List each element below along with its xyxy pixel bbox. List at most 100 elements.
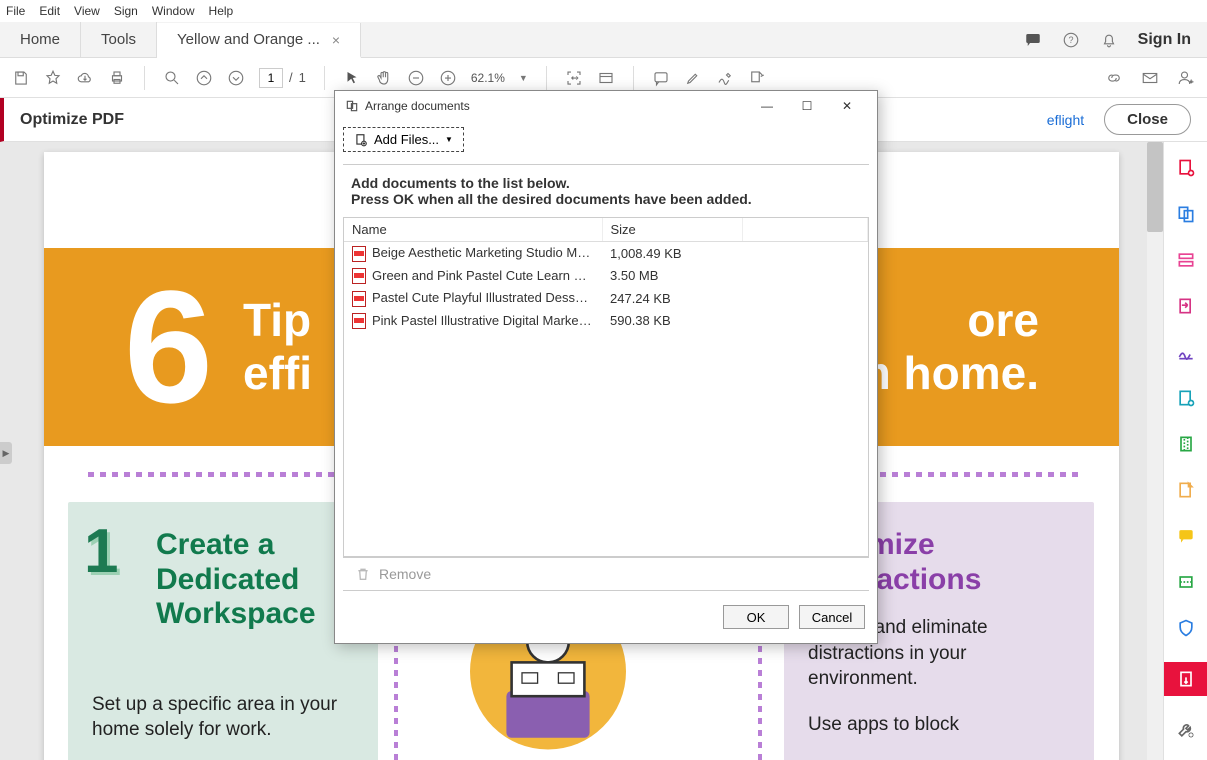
zoom-out-icon[interactable] (407, 69, 425, 87)
minimize-icon[interactable]: — (747, 99, 787, 113)
remove-button: Remove (343, 557, 869, 591)
rail-more-tools-icon[interactable] (1174, 718, 1198, 742)
table-row[interactable]: Pink Pastel Illustrative Digital Marketi… (344, 310, 868, 333)
tab-tools-label: Tools (101, 31, 136, 48)
col-name[interactable]: Name (344, 218, 602, 242)
rail-export-icon[interactable] (1174, 294, 1198, 318)
page-current-input[interactable] (259, 68, 283, 88)
dialog-msg-1: Add documents to the list below. (351, 175, 570, 191)
file-size: 590.38 KB (602, 310, 742, 333)
rail-sign-pane-icon[interactable] (1174, 340, 1198, 364)
menu-file[interactable]: File (6, 4, 25, 18)
cloud-icon[interactable] (76, 69, 94, 87)
doc-card-1: 1 Create a Dedicated Workspace Set up a … (68, 502, 378, 760)
close-tab-icon[interactable]: × (332, 32, 340, 48)
file-size: 1,008.49 KB (602, 242, 742, 265)
annotate-icon[interactable] (652, 69, 670, 87)
zoom-value[interactable]: 62.1% (471, 71, 505, 85)
fit-width-icon[interactable] (565, 69, 583, 87)
share-user-icon[interactable] (1177, 69, 1195, 87)
close-dialog-icon[interactable]: ✕ (827, 99, 867, 113)
tab-tools[interactable]: Tools (81, 22, 157, 57)
rail-compress-icon[interactable] (1174, 432, 1198, 456)
menu-sign[interactable]: Sign (114, 4, 138, 18)
dialog-title-text: Arrange documents (365, 99, 470, 113)
table-row[interactable]: Green and Pink Pastel Cute Learn How to … (344, 265, 868, 288)
page-down-icon[interactable] (227, 69, 245, 87)
rail-redact-icon[interactable] (1174, 478, 1198, 502)
ok-button[interactable]: OK (723, 605, 789, 629)
card3-body-2: Use apps to block (808, 712, 1070, 738)
tab-row: Home Tools Yellow and Orange ... × ? Sig… (0, 22, 1207, 58)
file-name: Pink Pastel Illustrative Digital Marketi… (344, 310, 602, 333)
add-files-label: Add Files... (374, 132, 439, 147)
add-files-icon (354, 133, 368, 147)
card1-heading: Create a Dedicated Workspace (156, 528, 354, 632)
page-up-icon[interactable] (195, 69, 213, 87)
page-total: 1 (299, 70, 306, 85)
dialog-titlebar[interactable]: Arrange documents — ☐ ✕ (335, 91, 877, 121)
highlight-icon[interactable] (684, 69, 702, 87)
menu-edit[interactable]: Edit (39, 4, 60, 18)
trash-icon (355, 566, 371, 582)
rail-scan-icon[interactable] (1174, 570, 1198, 594)
print-icon[interactable] (108, 69, 126, 87)
col-empty (742, 218, 868, 242)
link-icon[interactable] (1105, 69, 1123, 87)
tab-document-label: Yellow and Orange ... (177, 31, 320, 48)
pdf-file-icon (352, 313, 366, 329)
col-size[interactable]: Size (602, 218, 742, 242)
rail-create-pdf-icon[interactable] (1174, 156, 1198, 180)
file-name: Beige Aesthetic Marketing Studio Monthly… (344, 242, 602, 265)
bell-icon[interactable] (1100, 31, 1118, 49)
scrollbar-thumb[interactable] (1147, 142, 1163, 232)
tab-document[interactable]: Yellow and Orange ... × (157, 23, 361, 58)
zoom-in-icon[interactable] (439, 69, 457, 87)
close-bar-button[interactable]: Close (1104, 104, 1191, 135)
menu-window[interactable]: Window (152, 4, 195, 18)
menu-help[interactable]: Help (209, 4, 234, 18)
right-tool-rail (1163, 142, 1207, 760)
rail-optimize-icon[interactable] (1164, 662, 1207, 696)
preflight-button[interactable]: eflight (1047, 112, 1084, 128)
sign-icon[interactable] (716, 69, 734, 87)
rail-protect-icon[interactable] (1174, 616, 1198, 640)
hand-tool-icon[interactable] (375, 69, 393, 87)
menu-view[interactable]: View (74, 4, 100, 18)
add-files-button[interactable]: Add Files... ▼ (343, 127, 464, 152)
help-icon[interactable]: ? (1062, 31, 1080, 49)
sign-in-button[interactable]: Sign In (1138, 31, 1191, 49)
dialog-msg-2: Press OK when all the desired documents … (351, 191, 752, 207)
dialog-message: Add documents to the list below. Press O… (343, 164, 869, 218)
fit-page-icon[interactable] (597, 69, 615, 87)
comment-icon[interactable] (1024, 31, 1042, 49)
stamp-icon[interactable] (748, 69, 766, 87)
star-icon[interactable] (44, 69, 62, 87)
arrange-documents-dialog: Arrange documents — ☐ ✕ Add Files... ▼ A… (334, 90, 878, 644)
select-tool-icon[interactable] (343, 69, 361, 87)
banner-line1b: ore (850, 294, 1039, 347)
banner-line2b: m home. (850, 347, 1039, 400)
rail-organize-pages-icon[interactable] (1174, 386, 1198, 410)
cancel-button[interactable]: Cancel (799, 605, 865, 629)
find-icon[interactable] (163, 69, 181, 87)
remove-label: Remove (379, 566, 431, 582)
svg-text:?: ? (1068, 35, 1073, 45)
mail-icon[interactable] (1141, 69, 1159, 87)
table-row[interactable]: Pastel Cute Playful Illustrated Dessert … (344, 287, 868, 310)
rail-edit-icon[interactable] (1174, 248, 1198, 272)
save-icon[interactable] (12, 69, 30, 87)
table-row[interactable]: Beige Aesthetic Marketing Studio Monthly… (344, 242, 868, 265)
dialog-title-icon (345, 99, 359, 113)
page-indicator: / 1 (259, 68, 306, 88)
banner-line1: Tip (243, 294, 312, 347)
dialog-file-list[interactable]: Name Size Beige Aesthetic Marketing Stud… (343, 218, 869, 557)
file-name: Green and Pink Pastel Cute Learn How to … (344, 265, 602, 288)
maximize-icon[interactable]: ☐ (787, 99, 827, 113)
vertical-scrollbar[interactable] (1147, 142, 1163, 760)
rail-comment-pane-icon[interactable] (1174, 524, 1198, 548)
sidebar-expand-handle[interactable]: ▶ (0, 442, 12, 464)
optimize-title: Optimize PDF (20, 111, 124, 129)
tab-home[interactable]: Home (0, 22, 81, 57)
rail-combine-icon[interactable] (1174, 202, 1198, 226)
